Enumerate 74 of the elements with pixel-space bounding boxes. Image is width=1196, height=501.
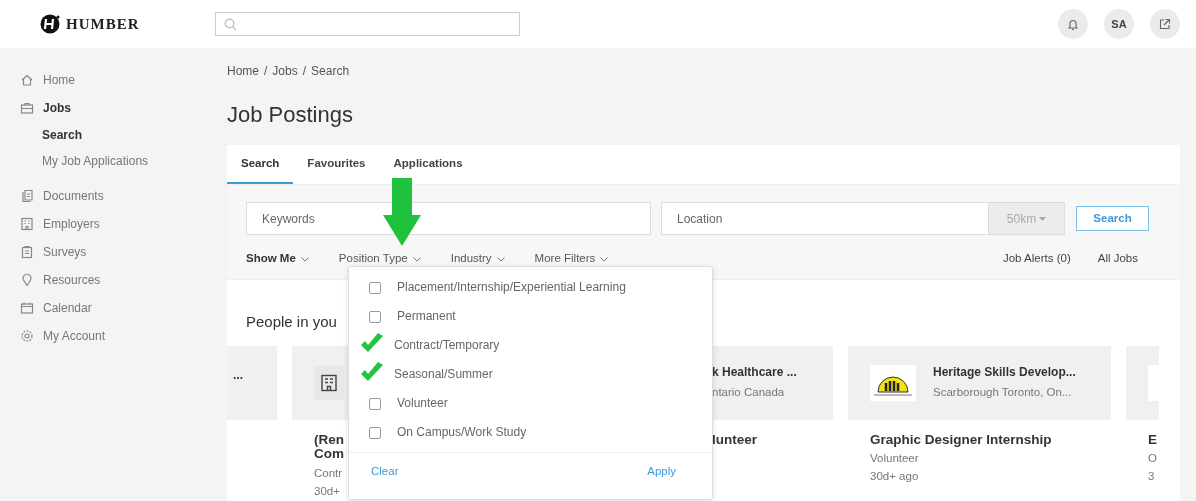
sidebar-item[interactable]: Resources: [20, 266, 212, 294]
home-icon: [20, 73, 34, 87]
checkbox-option[interactable]: On Campus/Work Study: [349, 420, 712, 449]
checkbox-option[interactable]: Placement/Internship/Experiential Learning: [349, 275, 712, 304]
briefcase-icon: [20, 101, 34, 115]
tab[interactable]: Favourites: [293, 145, 380, 184]
avatar-button[interactable]: SA: [1104, 9, 1134, 39]
building-drawing: [320, 373, 338, 392]
company-name: k Healthcare ...: [712, 364, 797, 382]
building-icon: [20, 217, 34, 231]
chevron-down-icon: [300, 256, 309, 262]
sidebar-item[interactable]: Surveys: [20, 238, 212, 266]
checkbox-option[interactable]: Permanent: [349, 304, 712, 333]
search-field[interactable]: [215, 12, 520, 36]
tab[interactable]: Applications: [379, 145, 477, 184]
position-type: Volunteer: [870, 451, 919, 467]
breadcrumb-link[interactable]: Search: [311, 62, 350, 80]
clear-button[interactable]: Clear: [371, 463, 399, 481]
chevron-down-icon: [600, 256, 609, 262]
checkbox-option[interactable]: Contract/Temporary: [349, 333, 712, 362]
section-heading: People in you: [246, 312, 337, 332]
link[interactable]: All Jobs: [1097, 250, 1138, 268]
logo-icon: [40, 14, 60, 34]
search-icon: [224, 17, 237, 31]
page-title: Job Postings: [227, 101, 354, 129]
position-type: Contr: [314, 466, 343, 482]
checkbox[interactable]: [369, 398, 381, 410]
sidebar-item[interactable]: Employers: [20, 210, 212, 238]
external-link-icon: [1159, 18, 1171, 30]
chevron-down-icon: [412, 256, 421, 262]
posted-age: 3: [1148, 469, 1155, 485]
clipboard-icon: [20, 245, 34, 259]
bell-icon: [1067, 17, 1079, 31]
posted-age: 30d+: [314, 484, 340, 500]
chevron-down-icon: [496, 256, 505, 262]
brand-name: HUMBER: [66, 14, 140, 34]
link[interactable]: Job Alerts (0): [1002, 250, 1071, 268]
checkbox[interactable]: [369, 282, 381, 294]
breadcrumb-link[interactable]: Home: [227, 62, 259, 80]
sidebar-item[interactable]: Home: [20, 66, 212, 94]
company-location: ntario Canada: [712, 385, 786, 401]
company-name: ...: [233, 366, 243, 384]
sidebar-subitem[interactable]: Search: [20, 122, 212, 148]
external-link-button[interactable]: [1150, 9, 1180, 39]
company-name: Heritage Skills Develop...: [933, 364, 1076, 382]
keywords-field[interactable]: Keywords: [246, 202, 651, 235]
breadcrumb-link[interactable]: Jobs: [272, 62, 298, 80]
calendar-icon: [20, 301, 34, 315]
company-location: Scarborough Toronto, On...: [933, 385, 1073, 401]
job-title[interactable]: Graphic Designer Internship: [870, 432, 1052, 448]
job-title[interactable]: E: [1148, 432, 1157, 448]
posted-age: 30d+ ago: [870, 469, 919, 485]
apply-button[interactable]: Apply: [647, 463, 676, 481]
location-field[interactable]: Location: [661, 202, 989, 235]
sidebar-item[interactable]: Documents: [20, 182, 212, 210]
checkbox-option[interactable]: Seasonal/Summer: [349, 362, 712, 391]
checkbox[interactable]: [369, 427, 381, 439]
sidebar-item[interactable]: Calendar: [20, 294, 212, 322]
filter-dropdown[interactable]: Show Me: [246, 250, 309, 268]
checkbox[interactable]: [369, 311, 381, 323]
caret-icon: [1039, 216, 1047, 221]
gear-icon: [20, 329, 34, 343]
sidebar-item[interactable]: Jobs: [20, 94, 212, 122]
sidebar-subitem[interactable]: My Job Applications: [20, 148, 212, 174]
sidebar-item[interactable]: My Account: [20, 322, 212, 350]
breadcrumb-separator: /: [264, 63, 268, 80]
document-icon: [20, 189, 34, 203]
notifications-button[interactable]: [1058, 9, 1088, 39]
job-title[interactable]: lunteer: [712, 432, 757, 448]
pin-icon: [20, 273, 34, 287]
checkbox-option[interactable]: Volunteer: [349, 391, 712, 420]
position-type: O: [1148, 451, 1157, 467]
breadcrumb-separator: /: [302, 63, 307, 80]
down-arrow: [382, 178, 422, 246]
